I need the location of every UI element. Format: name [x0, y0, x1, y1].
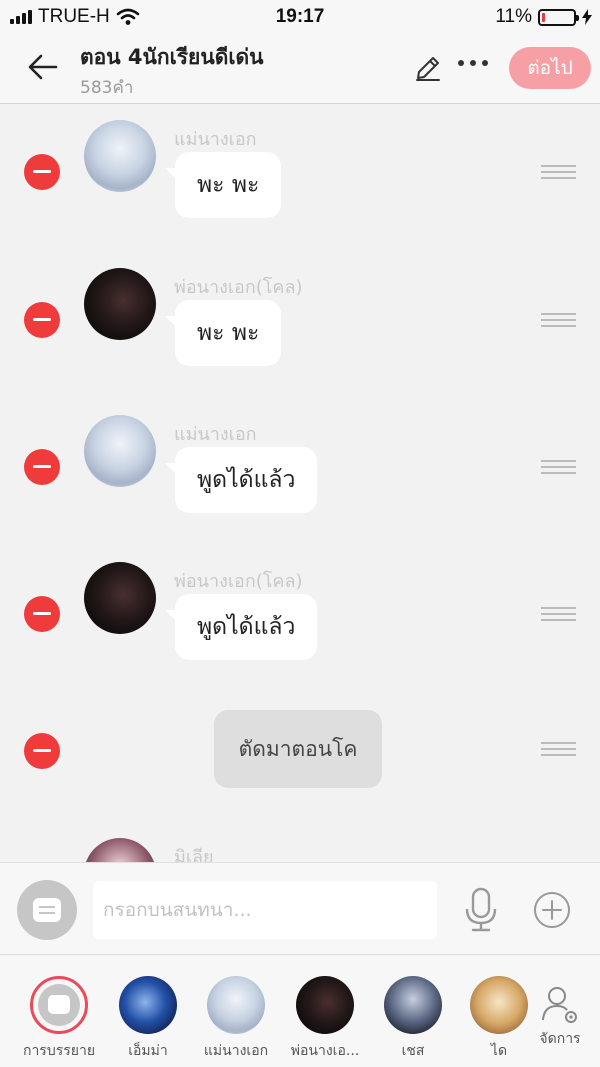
- add-icon[interactable]: [533, 891, 571, 929]
- drag-handle-icon[interactable]: [541, 742, 576, 756]
- message-list[interactable]: แม่นางเอก พะ พะ พ่อนางเอก(โคล) พะ พะ แม่นางเ…: [0, 105, 600, 862]
- character-option[interactable]: ได: [455, 976, 543, 1062]
- page-title: ตอน 4นักเรียนดีเด่น: [80, 45, 264, 69]
- narration-bubble[interactable]: ตัดมาตอนโค: [214, 710, 382, 788]
- character-bar: จัดการ การบรรยาย เอ็มม่า แม่นางเอก พ่อนางเอ…: [0, 956, 600, 1067]
- back-arrow-icon[interactable]: [26, 50, 60, 84]
- avatar: [84, 838, 156, 862]
- character-label: เอ็มม่า: [128, 1043, 168, 1059]
- more-icon[interactable]: [458, 60, 488, 66]
- message-row[interactable]: แม่นางเอก พะ พะ: [0, 115, 600, 255]
- character-option[interactable]: การบรรยาย: [15, 976, 103, 1062]
- avatar: [84, 268, 156, 340]
- word-count: 583คำ: [80, 78, 134, 98]
- message-row[interactable]: ตัดมาตอนโค: [0, 705, 600, 845]
- drag-handle-icon[interactable]: [541, 165, 576, 179]
- battery-icon: [538, 8, 579, 26]
- character-label: การบรรยาย: [22, 1043, 96, 1059]
- battery-percent: 11%: [495, 6, 532, 27]
- sender-name: แม่นางเอก: [174, 424, 257, 445]
- microphone-icon[interactable]: [462, 887, 500, 933]
- character-label: พ่อนางเอ...: [290, 1043, 360, 1059]
- message-bubble[interactable]: พูดได้แล้ว: [164, 447, 318, 513]
- message-row[interactable]: พ่อนางเอก(โคล) พูดได้แล้ว: [0, 557, 600, 697]
- character-avatar: [470, 976, 528, 1034]
- drag-handle-icon[interactable]: [541, 313, 576, 327]
- manage-label: จัดการ: [539, 1031, 581, 1047]
- avatar: [84, 120, 156, 192]
- character-avatar: [384, 976, 442, 1034]
- character-label: ได: [490, 1043, 508, 1059]
- narration-mode-button[interactable]: [17, 880, 77, 940]
- message-row[interactable]: พ่อนางเอก(โคล) พะ พะ: [0, 263, 600, 403]
- message-bubble[interactable]: พะ พะ: [164, 152, 282, 218]
- sender-name: พ่อนางเอก(โคล): [174, 571, 303, 592]
- charging-bolt-icon: [582, 9, 592, 25]
- character-avatar: [119, 976, 177, 1034]
- user-settings-icon: [542, 987, 577, 1023]
- character-option[interactable]: เอ็มม่า: [104, 976, 192, 1062]
- message-input[interactable]: [93, 881, 437, 939]
- avatar: [84, 562, 156, 634]
- editor-header: ตอน 4นักเรียนดีเด่น 583คำ ต่อไป: [0, 34, 600, 104]
- character-label: แม่นางเอก: [203, 1043, 269, 1059]
- sender-name: พ่อนางเอก(โคล): [174, 277, 303, 298]
- manage-characters-button[interactable]: จัดการ: [536, 984, 584, 1050]
- input-bar: [0, 862, 600, 955]
- chat-bubble-icon: [33, 898, 61, 922]
- delete-message-button[interactable]: [24, 302, 60, 338]
- status-bar: TRUE-H 19:17 11%: [0, 0, 600, 34]
- character-option[interactable]: แม่นางเอก: [192, 976, 280, 1062]
- message-bubble[interactable]: พูดได้แล้ว: [164, 594, 318, 660]
- delete-message-button[interactable]: [24, 449, 60, 485]
- chat-bubble-icon: [48, 995, 70, 1014]
- avatar: [84, 415, 156, 487]
- message-row[interactable]: แม่นางเอก พูดได้แล้ว: [0, 410, 600, 550]
- narration-icon: [30, 976, 88, 1034]
- drag-handle-icon[interactable]: [541, 460, 576, 474]
- character-avatar: [207, 976, 265, 1034]
- character-option[interactable]: เชส: [369, 976, 457, 1062]
- delete-message-button[interactable]: [24, 596, 60, 632]
- drag-handle-icon[interactable]: [541, 607, 576, 621]
- character-avatar: [296, 976, 354, 1034]
- sender-name: แม่นางเอก: [174, 129, 257, 150]
- next-button[interactable]: ต่อไป: [509, 47, 591, 89]
- delete-message-button[interactable]: [24, 733, 60, 769]
- sender-name: มิเลีย: [174, 847, 214, 862]
- pencil-icon[interactable]: [414, 54, 442, 82]
- message-row[interactable]: มิเลีย: [0, 833, 600, 862]
- message-bubble[interactable]: พะ พะ: [164, 300, 282, 366]
- character-option[interactable]: พ่อนางเอ...: [281, 976, 369, 1062]
- delete-message-button[interactable]: [24, 154, 60, 190]
- character-label: เชส: [401, 1043, 425, 1059]
